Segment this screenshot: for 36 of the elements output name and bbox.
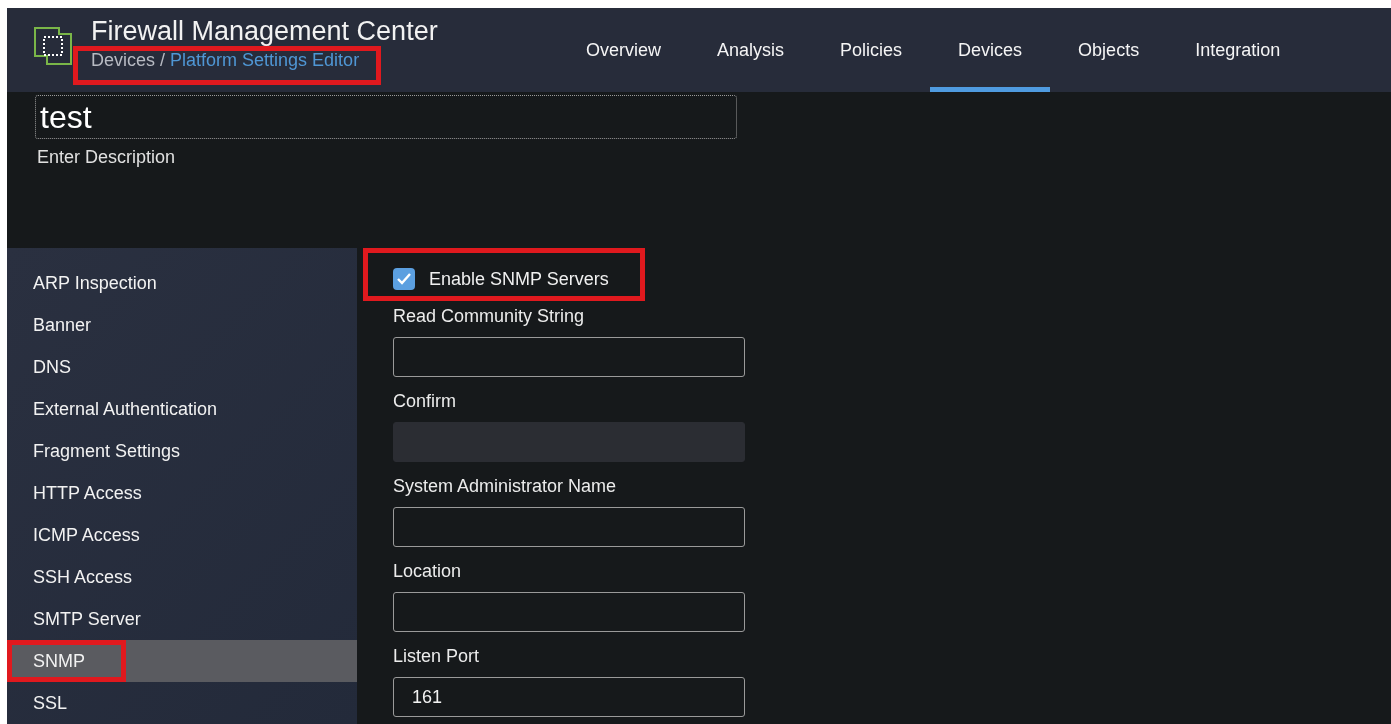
nav-tab[interactable]: Analysis	[689, 8, 813, 92]
description-field[interactable]: Enter Description	[35, 147, 439, 168]
app-title: Firewall Management Center	[91, 18, 438, 44]
breadcrumb-separator: /	[160, 50, 166, 71]
field-label: Read Community String	[393, 306, 586, 327]
input-field[interactable]	[393, 337, 745, 377]
field-label: System Administrator Name	[393, 476, 618, 497]
sidebar-item[interactable]: ARP Inspection	[7, 262, 357, 304]
sidebar-item[interactable]: DNS	[7, 346, 357, 388]
sidebar-item[interactable]: SMTP Server	[7, 598, 357, 640]
sidebar-item[interactable]: Banner	[7, 304, 357, 346]
input-field[interactable]: 161	[393, 677, 745, 717]
check-icon	[396, 271, 412, 287]
field-label: Location	[393, 561, 463, 582]
checkbox-label: Enable SNMP Servers	[429, 268, 609, 290]
sidebar-item[interactable]: SSH Access	[7, 556, 357, 598]
nav-tab[interactable]: Objects	[1050, 8, 1168, 92]
nav-tab[interactable]: Policies	[812, 8, 931, 92]
sidebar-item[interactable]: Fragment Settings	[7, 430, 357, 472]
logo-icon	[33, 26, 73, 66]
sidebar-item[interactable]: External Authentication	[7, 388, 357, 430]
breadcrumb-parent[interactable]: Devices	[91, 50, 156, 71]
input-field[interactable]	[393, 507, 745, 547]
field-label: Confirm	[393, 391, 457, 412]
input-field[interactable]	[393, 592, 745, 632]
sidebar-item[interactable]: HTTP Access	[7, 472, 357, 514]
field-label: Listen Port	[393, 646, 481, 667]
sidebar-item[interactable]: SNMP	[7, 640, 357, 682]
nav-tab[interactable]: Integration	[1167, 8, 1309, 92]
sidebar-item[interactable]: SSL	[7, 682, 357, 724]
breadcrumb-current[interactable]: Platform Settings Editor	[170, 50, 360, 71]
checkbox[interactable]	[393, 268, 415, 290]
sidebar-item[interactable]: ICMP Access	[7, 514, 357, 556]
policy-name-field[interactable]: test	[35, 95, 737, 139]
nav-tab[interactable]: Devices	[930, 8, 1051, 92]
nav-tab[interactable]: Overview	[558, 8, 689, 92]
